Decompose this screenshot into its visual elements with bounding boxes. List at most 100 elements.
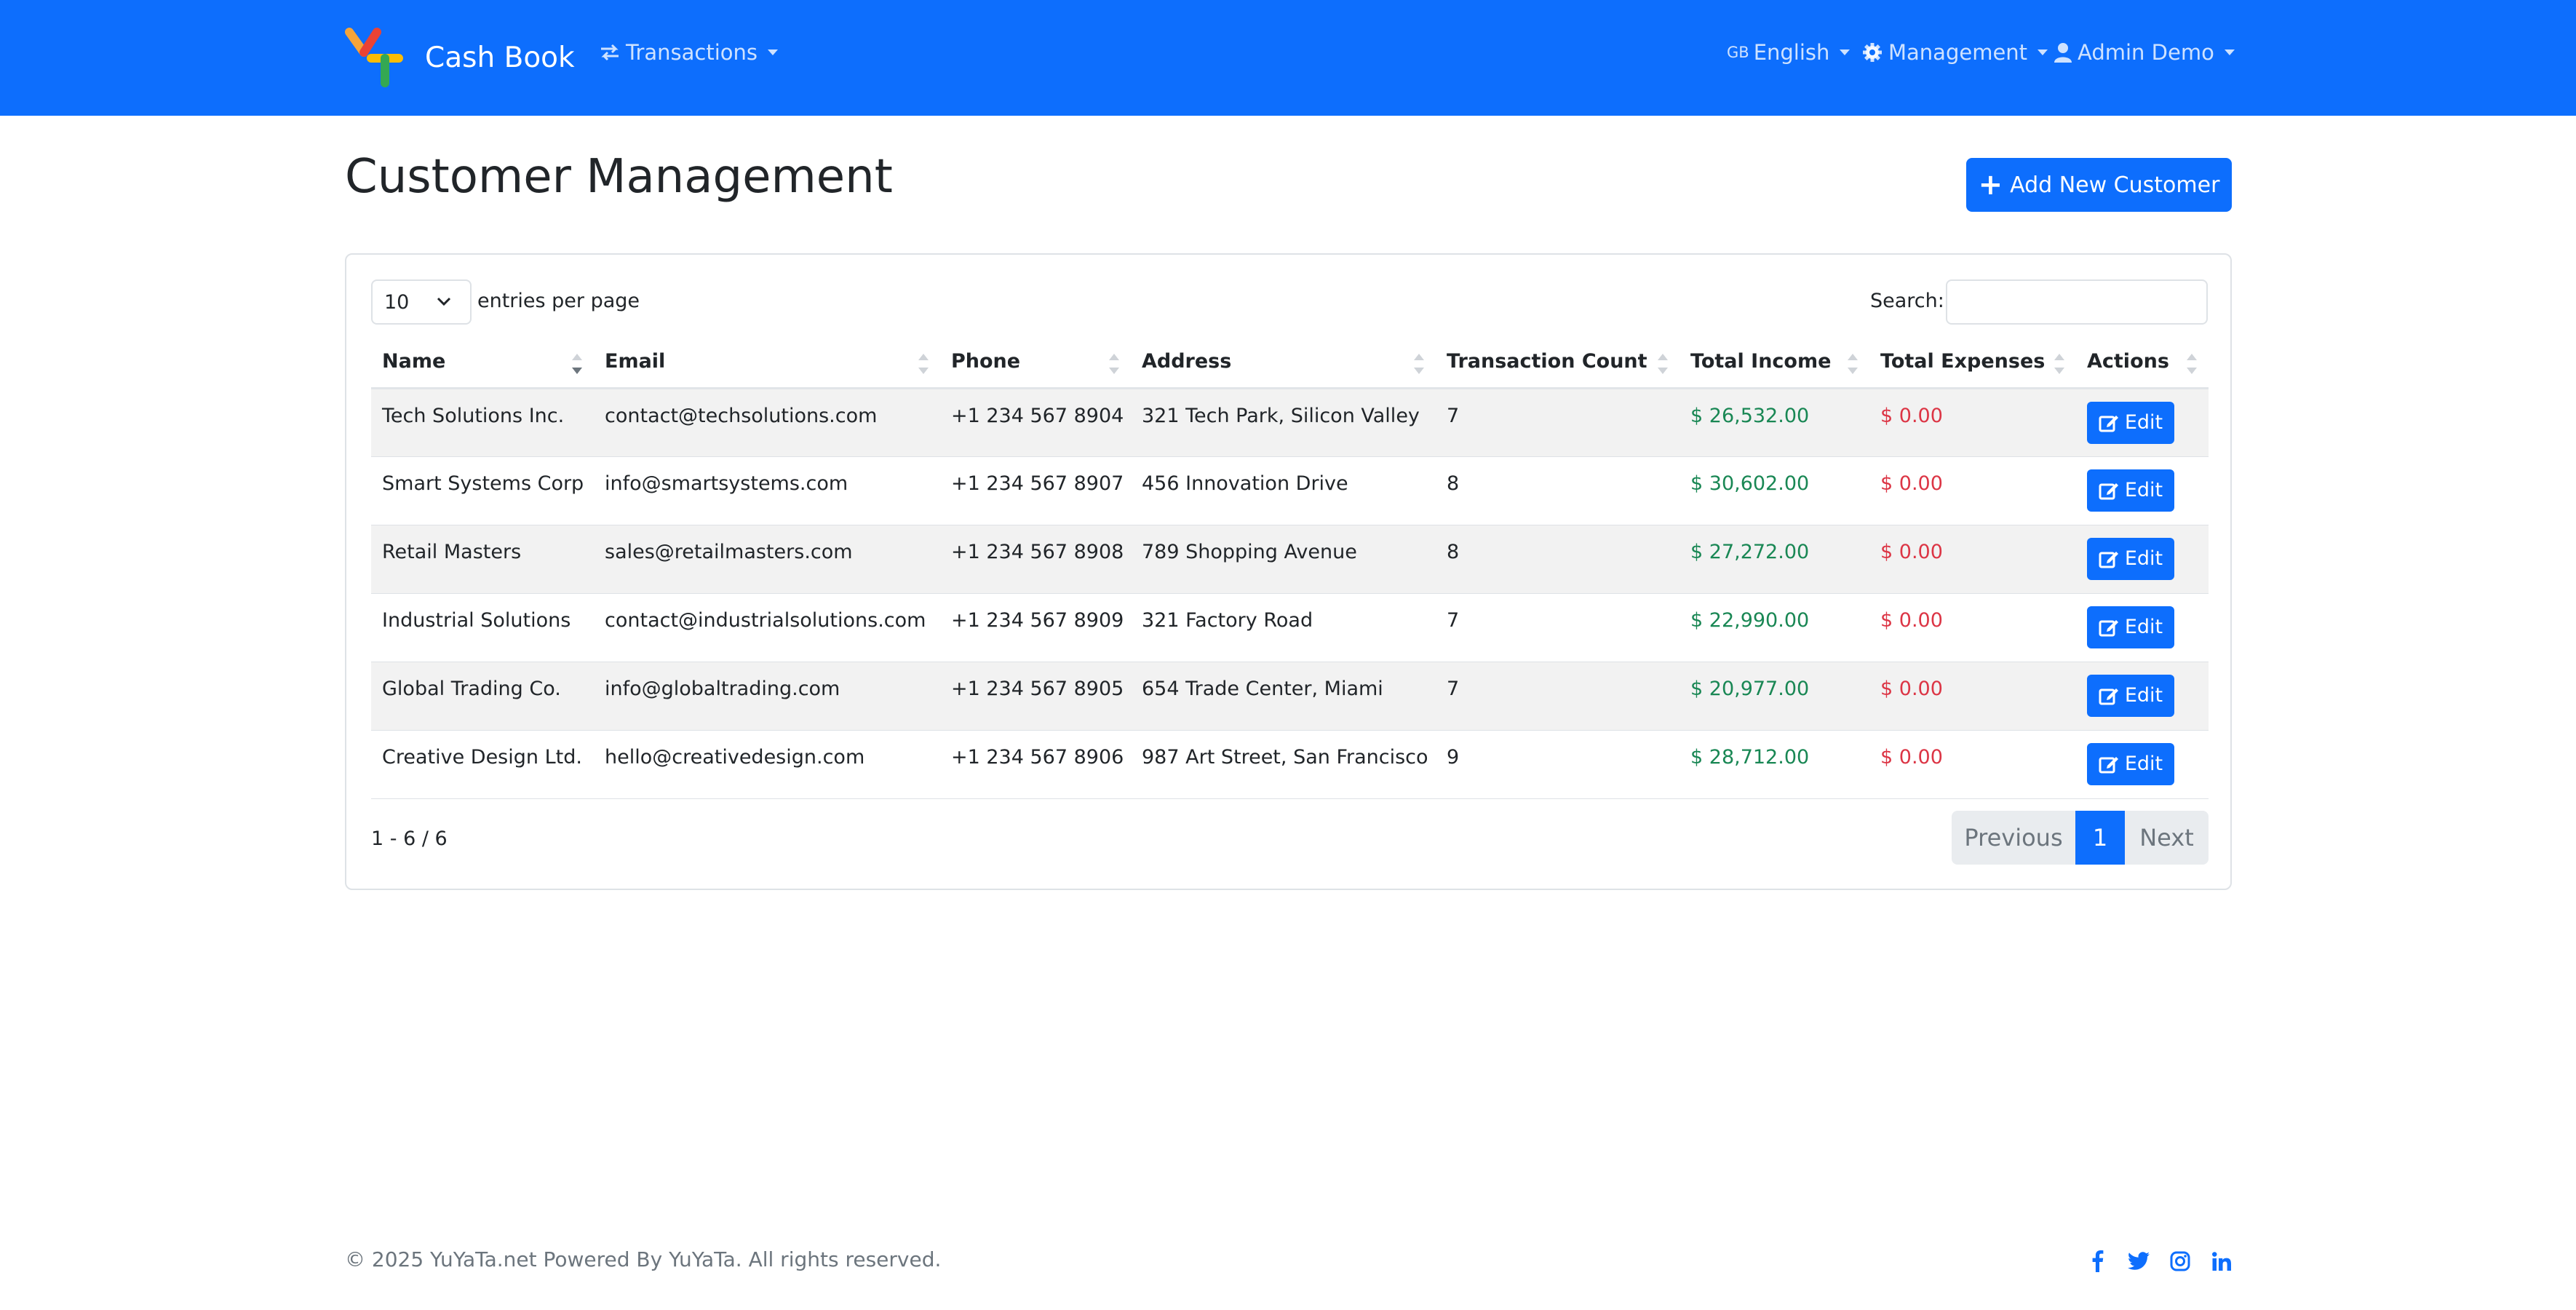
- sort-icon: [2054, 354, 2064, 374]
- column-header-total-income[interactable]: Total Income: [1679, 336, 1869, 389]
- customer-name-cell: Retail Masters: [371, 525, 594, 594]
- customer-name-cell: Creative Design Ltd.: [371, 730, 594, 799]
- chevron-down-icon: [2038, 49, 2048, 55]
- customer-address-cell: 789 Shopping Avenue: [1131, 525, 1436, 594]
- entries-per-page-value: 10: [384, 290, 410, 314]
- total-expenses-cell: $ 0.00: [1869, 730, 2076, 799]
- pagination: Previous 1 Next: [1952, 811, 2209, 865]
- customer-phone-cell: +1 234 567 8905: [940, 662, 1131, 731]
- actions-cell: Edit: [2076, 388, 2209, 457]
- sort-icon: [2187, 354, 2197, 374]
- sort-icon: [1848, 354, 1858, 374]
- customer-email-cell: contact@techsolutions.com: [594, 388, 940, 457]
- nav-management-dropdown[interactable]: Management: [1862, 40, 2048, 65]
- edit-icon: [2099, 415, 2118, 432]
- sort-icon: [918, 354, 929, 374]
- total-income-cell: $ 26,532.00: [1679, 388, 1869, 457]
- edit-button[interactable]: Edit: [2087, 674, 2174, 717]
- total-income-cell: $ 28,712.00: [1679, 730, 1869, 799]
- column-header-total-expenses[interactable]: Total Expenses: [1869, 336, 2076, 389]
- brand[interactable]: Cash Book: [345, 28, 575, 87]
- edit-button-label: Edit: [2124, 547, 2163, 570]
- table-row: Industrial Solutions contact@industrialso…: [371, 593, 2209, 662]
- nav-transactions-dropdown[interactable]: Transactions: [600, 40, 779, 65]
- edit-button-label: Edit: [2124, 616, 2163, 638]
- edit-button[interactable]: Edit: [2087, 469, 2174, 512]
- entries-per-page-select[interactable]: 10: [371, 279, 472, 325]
- edit-button-label: Edit: [2124, 479, 2163, 501]
- column-header-actions[interactable]: Actions: [2076, 336, 2209, 389]
- nav-management-label: Management: [1888, 40, 2028, 65]
- customers-card: 10 entries per page Search: Name Email P…: [345, 253, 2232, 890]
- edit-button[interactable]: Edit: [2087, 537, 2174, 580]
- total-income-cell: $ 30,602.00: [1679, 456, 1869, 525]
- total-expenses-cell: $ 0.00: [1869, 662, 2076, 731]
- nav-user-label: Admin Demo: [2078, 40, 2214, 65]
- customer-name-cell: Smart Systems Corp: [371, 456, 594, 525]
- previous-page-button[interactable]: Previous: [1952, 811, 2075, 865]
- transaction-count-cell: 7: [1436, 593, 1679, 662]
- total-income-cell: $ 20,977.00: [1679, 662, 1869, 731]
- customer-phone-cell: +1 234 567 8907: [940, 456, 1131, 525]
- column-header-phone[interactable]: Phone: [940, 336, 1131, 389]
- footer-copyright: © 2025 YuYaTa.net Powered By YuYaTa. All…: [345, 1247, 942, 1271]
- edit-button[interactable]: Edit: [2087, 401, 2174, 444]
- column-header-name[interactable]: Name: [371, 336, 594, 389]
- nav-language-label: English: [1753, 40, 1830, 65]
- linkedin-icon[interactable]: [2209, 1249, 2234, 1274]
- add-new-customer-button[interactable]: + Add New Customer: [1966, 158, 2232, 212]
- customer-address-cell: 456 Innovation Drive: [1131, 456, 1436, 525]
- customer-address-cell: 321 Tech Park, Silicon Valley: [1131, 388, 1436, 457]
- customer-email-cell: sales@retailmasters.com: [594, 525, 940, 594]
- next-page-button[interactable]: Next: [2125, 811, 2209, 865]
- customer-email-cell: info@globaltrading.com: [594, 662, 940, 731]
- sort-icon: [1658, 354, 1668, 374]
- actions-cell: Edit: [2076, 525, 2209, 594]
- customer-address-cell: 321 Factory Road: [1131, 593, 1436, 662]
- brand-title: Cash Book: [425, 41, 575, 74]
- edit-icon: [2099, 688, 2118, 704]
- chevron-down-icon: [768, 49, 779, 55]
- facebook-icon[interactable]: [2086, 1249, 2110, 1274]
- table-row: Creative Design Ltd. hello@creativedesign…: [371, 730, 2209, 799]
- customer-phone-cell: +1 234 567 8904: [940, 388, 1131, 457]
- edit-icon: [2099, 483, 2118, 499]
- chevron-down-icon: [2224, 49, 2235, 55]
- transaction-count-cell: 8: [1436, 456, 1679, 525]
- column-header-email[interactable]: Email: [594, 336, 940, 389]
- edit-icon: [2099, 619, 2118, 636]
- customer-address-cell: 654 Trade Center, Miami: [1131, 662, 1436, 731]
- twitter-icon[interactable]: [2126, 1249, 2151, 1274]
- exchange-icon: [601, 44, 619, 61]
- transaction-count-cell: 9: [1436, 730, 1679, 799]
- page-number-button[interactable]: 1: [2075, 811, 2125, 865]
- customer-phone-cell: +1 234 567 8909: [940, 593, 1131, 662]
- edit-icon: [2099, 551, 2118, 568]
- total-expenses-cell: $ 0.00: [1869, 593, 2076, 662]
- edit-button[interactable]: Edit: [2087, 742, 2174, 785]
- nav-language-dropdown[interactable]: GB English: [1727, 40, 1850, 65]
- nav-user-dropdown[interactable]: Admin Demo: [2054, 40, 2235, 65]
- edit-button-label: Edit: [2124, 411, 2163, 434]
- total-income-cell: $ 27,272.00: [1679, 525, 1869, 594]
- table-row: Tech Solutions Inc. contact@techsolutions…: [371, 388, 2209, 457]
- column-header-address[interactable]: Address: [1131, 336, 1436, 389]
- table-row: Global Trading Co. info@globaltrading.com…: [371, 662, 2209, 731]
- user-icon: [2054, 43, 2072, 63]
- instagram-icon[interactable]: [2168, 1249, 2193, 1274]
- table-header-row: Name Email Phone Address Transaction Cou…: [371, 336, 2209, 389]
- edit-button[interactable]: Edit: [2087, 606, 2174, 648]
- actions-cell: Edit: [2076, 730, 2209, 799]
- top-navbar: Cash Book Transactions GB English Manage…: [0, 0, 2576, 116]
- search-input[interactable]: [1946, 279, 2208, 325]
- actions-cell: Edit: [2076, 456, 2209, 525]
- search-label: Search:: [1870, 290, 1944, 312]
- actions-cell: Edit: [2076, 662, 2209, 731]
- column-header-transaction-count[interactable]: Transaction Count: [1436, 336, 1679, 389]
- chevron-down-icon: [437, 297, 451, 306]
- gear-icon: [1863, 43, 1882, 62]
- edit-icon: [2099, 756, 2118, 773]
- add-new-customer-label: Add New Customer: [2010, 172, 2220, 198]
- customers-table: Name Email Phone Address Transaction Cou…: [371, 336, 2209, 799]
- customer-phone-cell: +1 234 567 8906: [940, 730, 1131, 799]
